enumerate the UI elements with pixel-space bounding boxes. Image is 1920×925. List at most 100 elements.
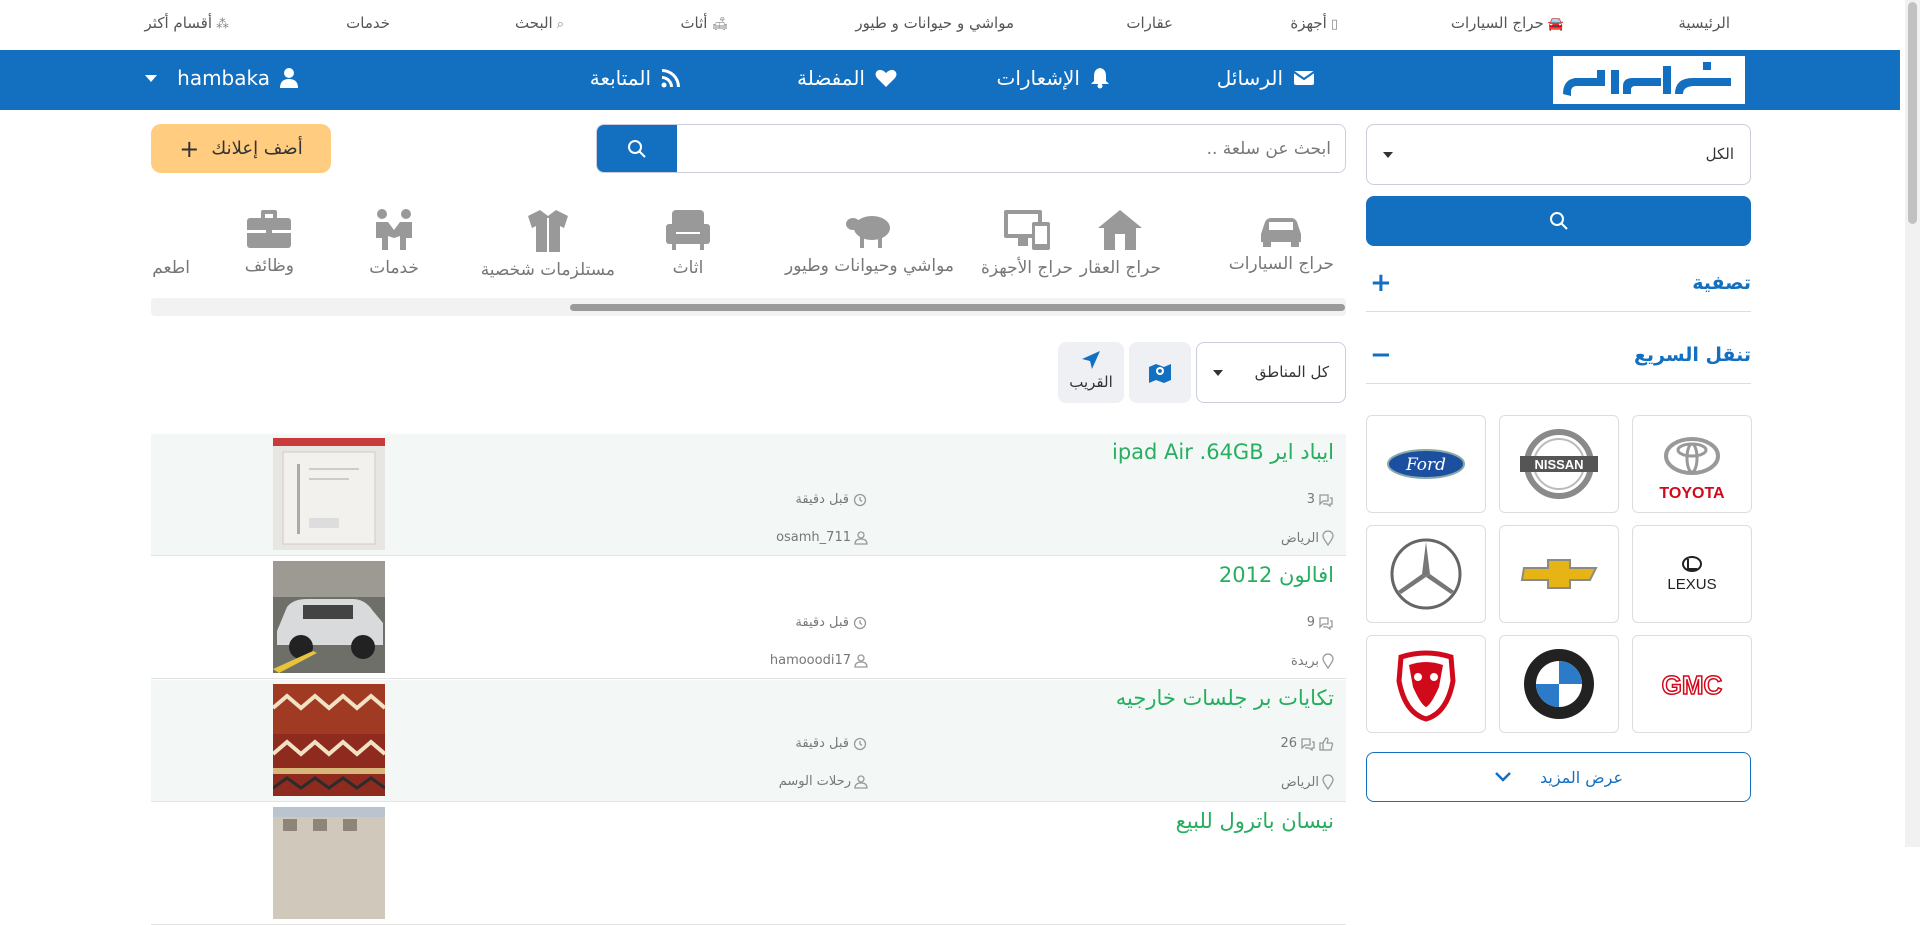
- devices-icon: [1003, 210, 1050, 250]
- category-cars-label: حراج السيارات: [1228, 254, 1334, 274]
- map-button[interactable]: [1129, 342, 1191, 403]
- svg-text:TOYOTA: TOYOTA: [1659, 485, 1725, 502]
- listing-row[interactable]: نيسان باترول للبيع: [151, 803, 1346, 925]
- listing-time: قبل دقيقة: [795, 492, 868, 507]
- comments-icon: [1301, 737, 1315, 751]
- svg-text:NISSAN: NISSAN: [1534, 457, 1583, 472]
- brand-nissan[interactable]: NISSAN: [1499, 415, 1619, 513]
- handshake-icon: [376, 209, 413, 250]
- brand-toyota[interactable]: TOYOTA: [1632, 415, 1752, 513]
- listing-title[interactable]: نيسان باترول للبيع: [1176, 809, 1334, 833]
- category-cars[interactable]: حراج السيارات: [1229, 208, 1334, 274]
- comments-icon: [1319, 616, 1333, 630]
- toplink-home[interactable]: الرئيسية: [1678, 14, 1730, 32]
- sofa-icon: 🛋: [711, 17, 728, 32]
- listing-title[interactable]: تكايات بر جلسات خارجيه: [1116, 686, 1334, 710]
- category-services[interactable]: خدمات: [369, 208, 419, 278]
- toplink-livestock[interactable]: مواشي و حيوانات و طيور: [855, 14, 1014, 32]
- main-nav: الرسائل الإشعارات المفضلة المتابعة hamba…: [0, 50, 1900, 110]
- car-icon: 🚘: [1547, 17, 1564, 32]
- bmw-logo: [1524, 649, 1594, 719]
- category-select[interactable]: الكل: [1366, 124, 1751, 185]
- nav-following[interactable]: المتابعة: [590, 66, 681, 90]
- show-more-button[interactable]: عرض المزيد: [1366, 752, 1751, 802]
- plus-icon: +: [1370, 268, 1392, 298]
- nav-notifications-label: الإشعارات: [996, 66, 1080, 90]
- map-marker-icon: [1149, 363, 1171, 383]
- listing-comments: 9: [1307, 615, 1334, 630]
- car-icon: [1261, 218, 1302, 247]
- listing-title[interactable]: ايباد اير ipad Air .64GB: [1112, 440, 1334, 464]
- sidebar-search-button[interactable]: [1366, 196, 1751, 246]
- toplink-devices[interactable]: ▯أجهزة: [1290, 14, 1338, 32]
- nav-following-label: المتابعة: [589, 66, 651, 90]
- phone-icon: ▯: [1330, 17, 1338, 32]
- listing-stats: 26: [1280, 736, 1334, 751]
- category-realestate-label: حراج العقار: [1079, 258, 1161, 278]
- brand-ford[interactable]: Ford: [1366, 415, 1486, 513]
- listing-user[interactable]: hamooodi17: [770, 653, 868, 668]
- toplink-cars[interactable]: 🚘حراج السيارات: [1451, 14, 1564, 32]
- category-devices[interactable]: حراج الأجهزة: [981, 208, 1073, 278]
- user-menu[interactable]: hambaka: [145, 66, 298, 90]
- nearby-button[interactable]: القريب: [1058, 342, 1124, 403]
- brand-gmc[interactable]: GMC: [1632, 635, 1752, 733]
- search-button[interactable]: [597, 125, 677, 172]
- brand-lexus[interactable]: LEXUS: [1632, 525, 1752, 623]
- toplink-search[interactable]: ⌕البحث: [515, 14, 564, 32]
- listing-title[interactable]: افالون 2012: [1219, 563, 1334, 587]
- nav-notifications[interactable]: الإشعارات: [996, 66, 1110, 90]
- category-scroll-thumb[interactable]: [570, 304, 1345, 311]
- armchair-icon: [666, 210, 710, 250]
- search-input[interactable]: [675, 125, 1345, 172]
- caret-down-icon: [1383, 152, 1393, 158]
- listing-city: بريدة: [1291, 653, 1334, 669]
- listing-city: الرياض: [1281, 774, 1334, 790]
- add-ad-button[interactable]: أضف إعلانك +: [151, 124, 331, 173]
- toplink-realestate[interactable]: عقارات: [1126, 14, 1173, 32]
- page-scrollbar[interactable]: [1905, 0, 1920, 847]
- listing-user[interactable]: osamh_711: [776, 530, 868, 545]
- listing-row[interactable]: ايباد اير ipad Air .64GB 3 الرياض قبل دق…: [151, 434, 1346, 556]
- chevron-down-icon: [1495, 772, 1511, 782]
- listing-user[interactable]: رحلات الوسم: [779, 774, 868, 789]
- listing-thumbnail[interactable]: [273, 561, 385, 673]
- quick-nav-header[interactable]: تنقل السريع −: [1366, 334, 1751, 384]
- category-food[interactable]: اطعم: [152, 258, 190, 278]
- listing-thumbnail[interactable]: [273, 438, 385, 550]
- brand-mercedes[interactable]: [1366, 525, 1486, 623]
- sitemap-icon: ⁂: [216, 17, 229, 32]
- haraj-logo[interactable]: [1553, 56, 1745, 104]
- listing-comments: 3: [1307, 492, 1334, 507]
- nav-messages[interactable]: الرسائل: [1217, 66, 1315, 90]
- brand-bmw[interactable]: [1499, 635, 1619, 733]
- history-icon: [853, 737, 867, 750]
- category-furniture[interactable]: اثاث: [664, 208, 712, 278]
- toplink-services[interactable]: خدمات: [346, 14, 390, 32]
- region-select[interactable]: كل المناطق: [1196, 342, 1346, 403]
- minus-icon: −: [1370, 340, 1392, 370]
- nav-favorites[interactable]: المفضلة: [797, 66, 897, 90]
- listing-city: الرياض: [1281, 530, 1334, 546]
- nissan-logo: NISSAN: [1520, 429, 1598, 499]
- ipad-box-photo: [273, 438, 385, 550]
- category-select-value: الكل: [1705, 145, 1734, 163]
- listing-thumbnail[interactable]: [273, 684, 385, 796]
- category-jobs[interactable]: وظائف: [245, 208, 294, 276]
- sheep-icon: [845, 216, 890, 248]
- listing-row[interactable]: افالون 2012 9 بريدة قبل دقيقة hamooodi17: [151, 557, 1346, 679]
- listing-thumbnail[interactable]: [273, 807, 385, 919]
- brand-chevrolet[interactable]: [1499, 525, 1619, 623]
- page-scrollbar-thumb[interactable]: [1908, 2, 1917, 224]
- category-personal[interactable]: مستلزمات شخصية: [481, 208, 615, 280]
- filter-section-header[interactable]: تصفية +: [1366, 262, 1751, 312]
- user-icon: [854, 530, 868, 545]
- brand-ram[interactable]: [1366, 635, 1486, 733]
- category-livestock[interactable]: مواشي وحيوانات وطيور: [785, 208, 954, 276]
- category-realestate[interactable]: حراج العقار: [1080, 208, 1161, 278]
- listing-row[interactable]: تكايات بر جلسات خارجيه 26 الرياض قبل دقي…: [151, 680, 1346, 802]
- listing-time: قبل دقيقة: [795, 615, 868, 630]
- toplink-furniture[interactable]: 🛋أثاث: [680, 14, 728, 32]
- search-icon: ⌕: [556, 17, 564, 32]
- toplink-more-sections[interactable]: ⁂أقسام أكثر: [145, 14, 229, 32]
